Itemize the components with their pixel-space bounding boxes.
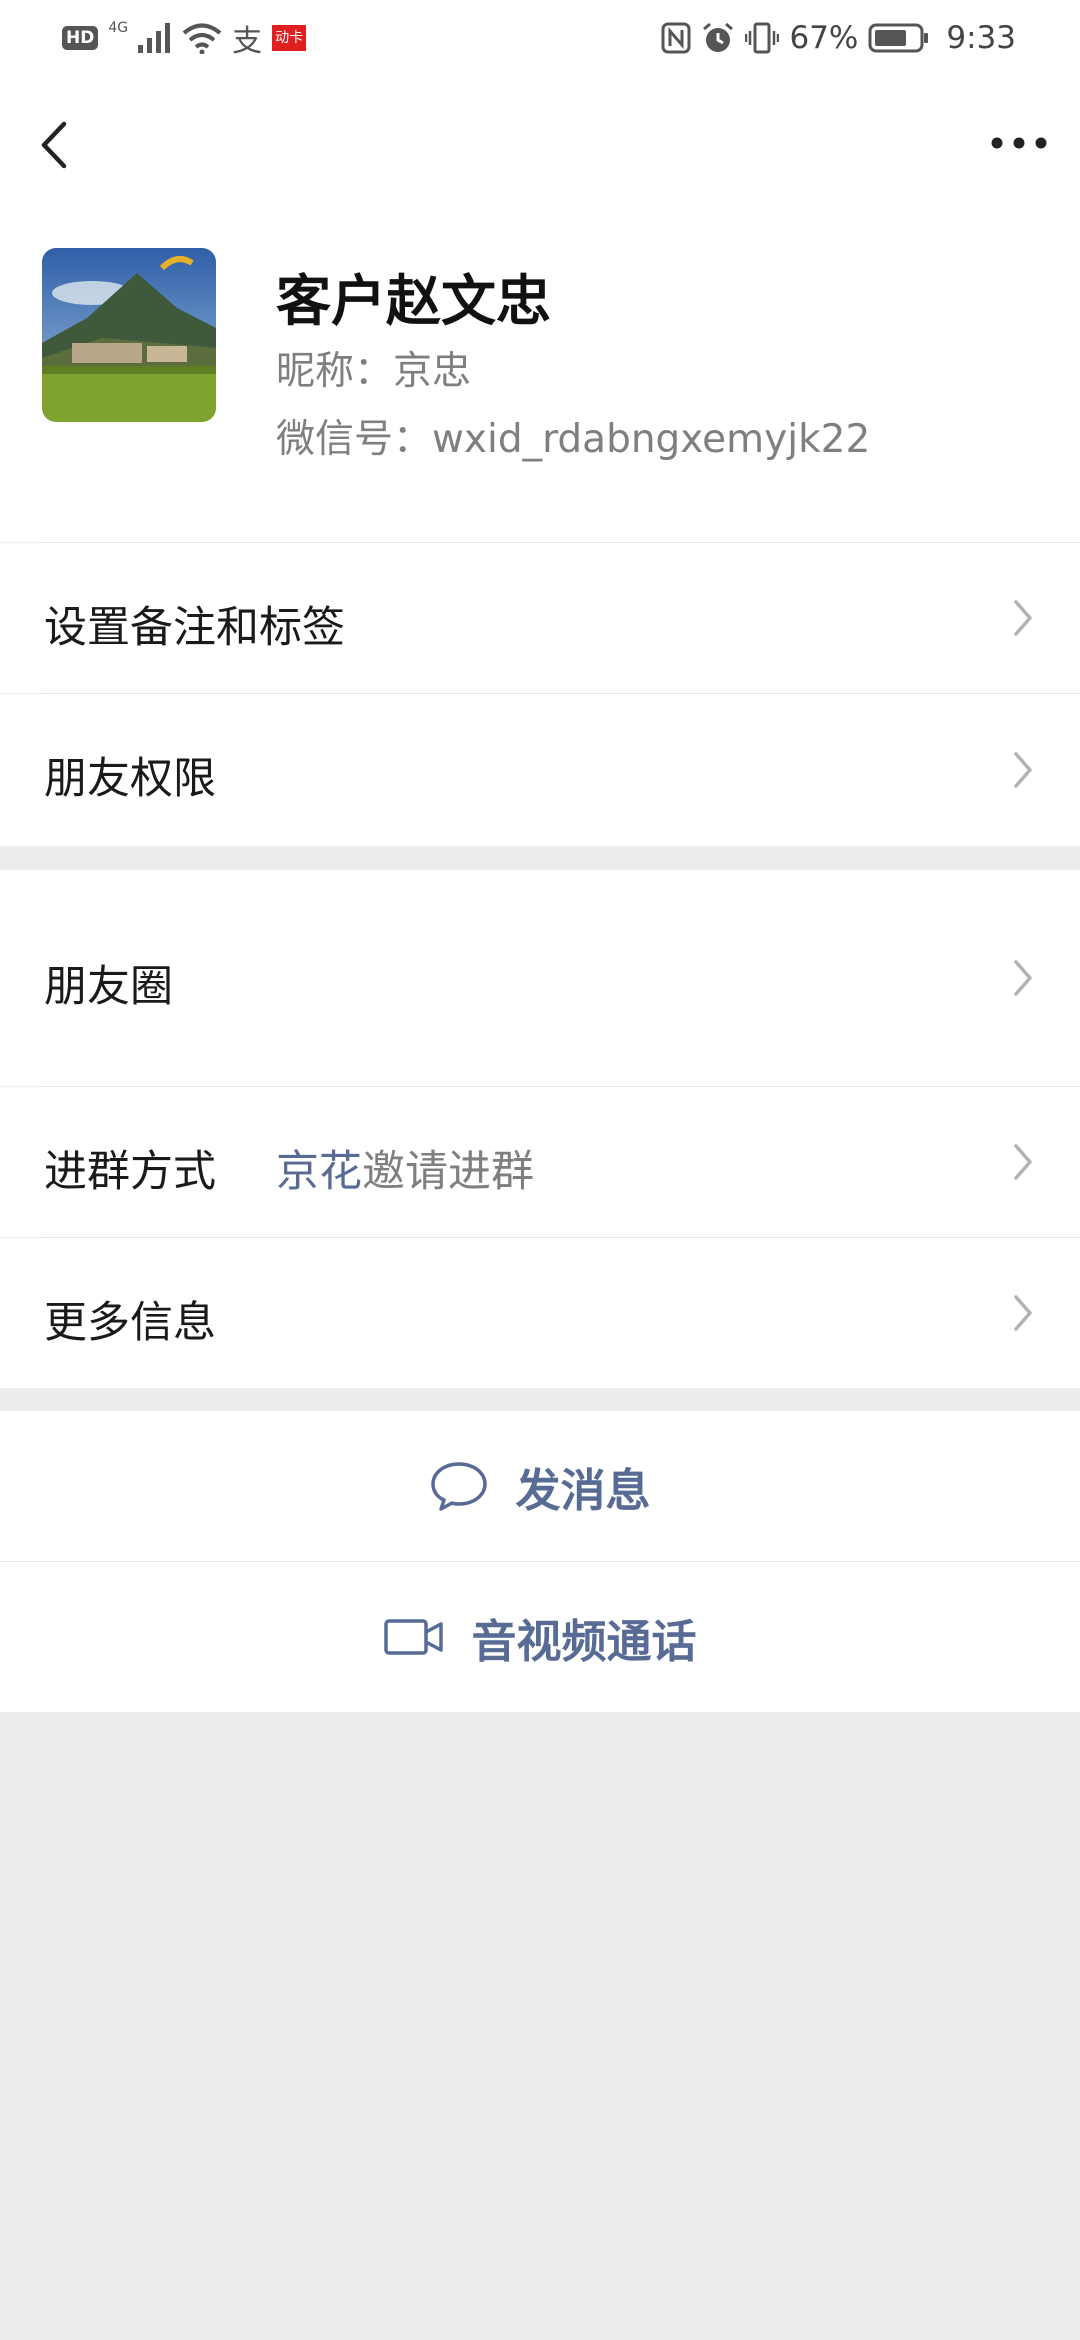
chevron-right-icon [1014,1144,1032,1180]
clock: 9:33 [946,20,1016,56]
friend-permissions-label: 朋友权限 [44,754,216,804]
send-message-label: 发消息 [515,1463,651,1517]
friend-permissions-row[interactable]: 朋友权限 [0,694,1080,846]
send-message-button[interactable]: 发消息 [0,1411,1080,1561]
wifi-icon [182,23,222,54]
video-call-label: 音视频通话 [471,1614,697,1668]
vibrate-icon [745,22,780,54]
status-bar: HD 4G 支 动卡 67% 9:33 [0,0,1080,78]
back-icon[interactable] [30,114,80,176]
signal-icon [138,23,171,53]
join-method-label: 进群方式 [44,1147,216,1197]
chat-bubble-icon [431,1462,488,1511]
more-dots-icon[interactable] [990,130,1048,156]
alarm-icon [703,22,734,52]
hd-icon: HD [62,26,99,50]
remark-tags-label: 设置备注和标签 [44,603,345,653]
avatar-landscape-image [42,248,216,422]
contact-name: 客户赵文忠 [276,269,552,333]
more-info-row[interactable]: 更多信息 [0,1238,1080,1388]
status-right-icons: 67% 9:33 [661,16,1016,60]
remark-tags-row[interactable]: 设置备注和标签 [0,543,1080,693]
video-camera-icon [384,1619,444,1655]
video-call-button[interactable]: 音视频通话 [0,1562,1080,1712]
status-left-icons: HD 4G 支 动卡 [62,20,307,59]
inviter-link[interactable]: 京花 [276,1147,362,1197]
join-method-value: 京花邀请进群 [276,1137,534,1199]
app-badge-icon: 动卡 [272,25,307,51]
chevron-right-icon [1014,752,1032,788]
moments-label: 朋友圈 [44,962,173,1012]
join-method-suffix: 邀请进群 [362,1147,534,1197]
chevron-right-icon [1014,600,1032,636]
battery-icon [868,23,929,53]
nav-bar [0,78,1080,206]
battery-percent: 67% [789,20,859,56]
join-method-row[interactable]: 进群方式 京花邀请进群 [0,1087,1080,1237]
video-call-content: 音视频通话 [383,1605,697,1670]
profile-header: 客户赵文忠 昵称：京忠 微信号：wxid_rdabngxemyjk22 [0,206,1080,542]
contact-wechat-id[interactable]: 微信号：wxid_rdabngxemyjk22 [276,408,870,464]
chevron-right-icon [1014,960,1032,996]
send-message-content: 发消息 [429,1454,651,1519]
more-info-label: 更多信息 [44,1298,216,1348]
contact-nickname: 昵称：京忠 [276,349,472,394]
nfc-icon [661,22,691,54]
alipay-icon: 支 [232,24,263,59]
avatar[interactable] [42,248,216,422]
moments-row[interactable]: 朋友圈 [0,870,1080,1086]
network-type: 4G [108,20,129,36]
chevron-right-icon [1014,1295,1032,1331]
